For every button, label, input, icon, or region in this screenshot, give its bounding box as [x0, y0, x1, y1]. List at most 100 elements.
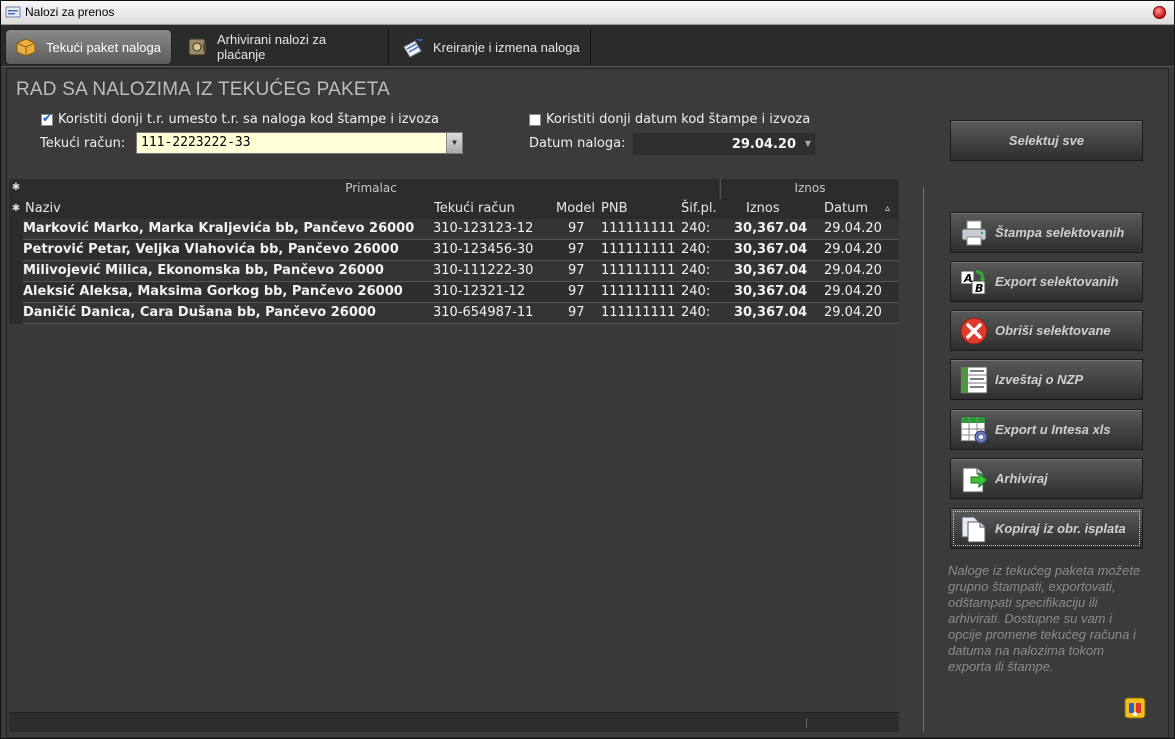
cell-amount: 30,367.04	[734, 284, 808, 299]
account-combo[interactable]: 111-2223222-33 ▼	[136, 132, 463, 154]
cell-pnb: 1111111111	[601, 221, 677, 236]
cell-amount: 30,367.04	[734, 221, 808, 236]
tab-label: Arhivirani nalozi za plaćanje	[216, 32, 327, 62]
cell-account: 310-654987-11	[433, 305, 534, 320]
col-amount[interactable]: Iznos	[746, 199, 780, 219]
account-value: 111-2223222-33	[141, 135, 251, 150]
account-label: Tekući račun:	[40, 136, 126, 151]
page-title: RAD SA NALOZIMA IZ TEKUĆEG PAKETA	[16, 79, 391, 100]
tab-bar: Tekući paket naloga Arhivirani nalozi za…	[1, 25, 1174, 67]
cell-account: 310-123456-30	[433, 242, 534, 257]
archive-document-icon	[962, 467, 988, 492]
table-row[interactable]: Petrović Petar, Veljka Vlahovića bb, Pan…	[23, 240, 899, 261]
title-bar: Nalozi za prenos	[1, 1, 1174, 25]
calculation-sheet-icon	[960, 366, 988, 393]
help-info-icon[interactable]	[1124, 697, 1146, 719]
header-indicator: ✱	[9, 199, 23, 219]
table-row[interactable]: Milivojević Milica, Ekonomska bb, Pančev…	[23, 261, 899, 282]
chevron-down-icon[interactable]: ▼	[805, 139, 811, 148]
use-account-checkbox[interactable]: Koristiti donji t.r. umesto t.r. sa nalo…	[41, 111, 439, 127]
cell-model: 97	[568, 305, 585, 320]
printer-icon	[961, 220, 987, 245]
status-separator	[806, 718, 807, 728]
cell-pnb: 1111111111	[601, 284, 677, 299]
copy-documents-icon	[961, 516, 986, 542]
cell-pnb: 1111111111	[601, 242, 677, 257]
cell-naziv: Milivojević Milica, Ekonomska bb, Pančev…	[23, 263, 384, 278]
cell-payment-code: 240:	[681, 305, 711, 320]
package-icon	[16, 38, 36, 57]
cell-date: 29.04.20	[824, 221, 882, 236]
select-all-button[interactable]: Selektuj sve	[950, 120, 1143, 161]
col-naziv[interactable]: Naziv	[25, 199, 61, 219]
band-recipient: Primalac	[23, 179, 719, 199]
table-row[interactable]: Marković Marko, Marka Kraljevića bb, Pan…	[23, 219, 899, 240]
main-window: Nalozi za prenos Tekući paket naloga Arh…	[0, 0, 1175, 739]
grid-status-bar	[9, 712, 899, 732]
grid-body: Marković Marko, Marka Kraljevića bb, Pan…	[9, 219, 899, 324]
content-panel: RAD SA NALOZIMA IZ TEKUĆEG PAKETA Korist…	[6, 68, 1169, 738]
cell-date: 29.04.20	[824, 242, 882, 257]
cell-model: 97	[568, 263, 585, 278]
print-selected-button[interactable]: Štampa selektovanih	[950, 212, 1143, 253]
export-ab-icon: A B	[960, 269, 986, 295]
app-icon	[5, 6, 21, 18]
cell-account: 310-123123-12	[433, 221, 534, 236]
cell-date: 29.04.20	[824, 305, 882, 320]
cell-payment-code: 240:	[681, 221, 711, 236]
checkbox-box[interactable]	[529, 113, 541, 126]
col-account[interactable]: Tekući račun	[434, 199, 515, 219]
cell-model: 97	[568, 242, 585, 257]
cell-pnb: 1111111111	[601, 305, 677, 320]
cell-date: 29.04.20	[824, 284, 882, 299]
report-nzp-button[interactable]: Izveštaj o NZP	[950, 359, 1143, 400]
button-label: Export u Intesa xls	[995, 422, 1111, 437]
export-selected-button[interactable]: A B Export selektovanih	[950, 261, 1143, 302]
col-pnb[interactable]: PNB	[601, 199, 627, 219]
cell-date: 29.04.20	[824, 263, 882, 278]
cell-account: 310-12321-12	[433, 284, 526, 299]
date-picker[interactable]: 29.04.20 ▼	[633, 133, 815, 155]
row-indicator-column	[9, 219, 23, 324]
chevron-down-icon[interactable]: ▼	[446, 133, 462, 153]
cell-payment-code: 240:	[681, 242, 711, 257]
tab-archived-orders[interactable]: Arhivirani nalozi za plaćanje	[177, 29, 389, 65]
safe-icon	[188, 38, 206, 56]
band-amount: Iznos	[720, 179, 899, 199]
window-title: Nalozi za prenos	[25, 5, 115, 19]
cell-naziv: Petrović Petar, Veljka Vlahovića bb, Pan…	[23, 242, 399, 257]
close-window-button[interactable]	[1153, 6, 1166, 19]
cell-account: 310-111222-30	[433, 263, 534, 278]
tab-current-package[interactable]: Tekući paket naloga	[5, 29, 172, 65]
cell-amount: 30,367.04	[734, 263, 808, 278]
col-payment-code[interactable]: Šif.pl.	[681, 199, 717, 219]
archive-button[interactable]: Arhiviraj	[950, 458, 1143, 499]
use-date-checkbox[interactable]: Koristiti donji datum kod štampe i izvoz…	[529, 112, 810, 127]
cell-payment-code: 240:	[681, 263, 711, 278]
button-label: Export selektovanih	[995, 274, 1119, 289]
svg-text:B: B	[975, 282, 983, 295]
cell-model: 97	[568, 284, 585, 299]
copy-from-payout-button[interactable]: Kopiraj iz obr. isplata	[950, 508, 1143, 549]
export-intesa-button[interactable]: Export u Intesa xls	[950, 409, 1143, 450]
tab-label: Tekući paket naloga	[46, 39, 161, 55]
checkbox-box[interactable]	[41, 111, 53, 126]
date-label: Datum naloga:	[529, 136, 626, 151]
button-label: Kopiraj iz obr. isplata	[995, 521, 1126, 536]
table-row[interactable]: Daničić Danica, Cara Dušana bb, Pančevo …	[23, 303, 899, 324]
cell-naziv: Daničić Danica, Cara Dušana bb, Pančevo …	[23, 305, 376, 320]
sort-ascending-icon: ▵	[885, 203, 891, 214]
button-label: Arhiviraj	[995, 471, 1048, 486]
cell-amount: 30,367.04	[734, 305, 808, 320]
delete-selected-button[interactable]: Obriši selektovane	[950, 310, 1143, 351]
button-label: Obriši selektovane	[995, 323, 1111, 338]
col-date[interactable]: Datum	[824, 199, 868, 219]
tab-create-edit-order[interactable]: Kreiranje i izmena naloga	[393, 29, 591, 65]
table-row[interactable]: Aleksić Aleksa, Maksima Gorkog bb, Panče…	[23, 282, 899, 303]
cell-naziv: Marković Marko, Marka Kraljevića bb, Pan…	[23, 221, 415, 236]
col-model[interactable]: Model	[556, 199, 595, 219]
date-value: 29.04.20	[731, 137, 796, 152]
orders-grid: ✱ Primalac Iznos ✱ Naziv Tekući račun Mo…	[9, 179, 899, 724]
vertical-divider	[923, 187, 924, 732]
cell-amount: 30,367.04	[734, 242, 808, 257]
